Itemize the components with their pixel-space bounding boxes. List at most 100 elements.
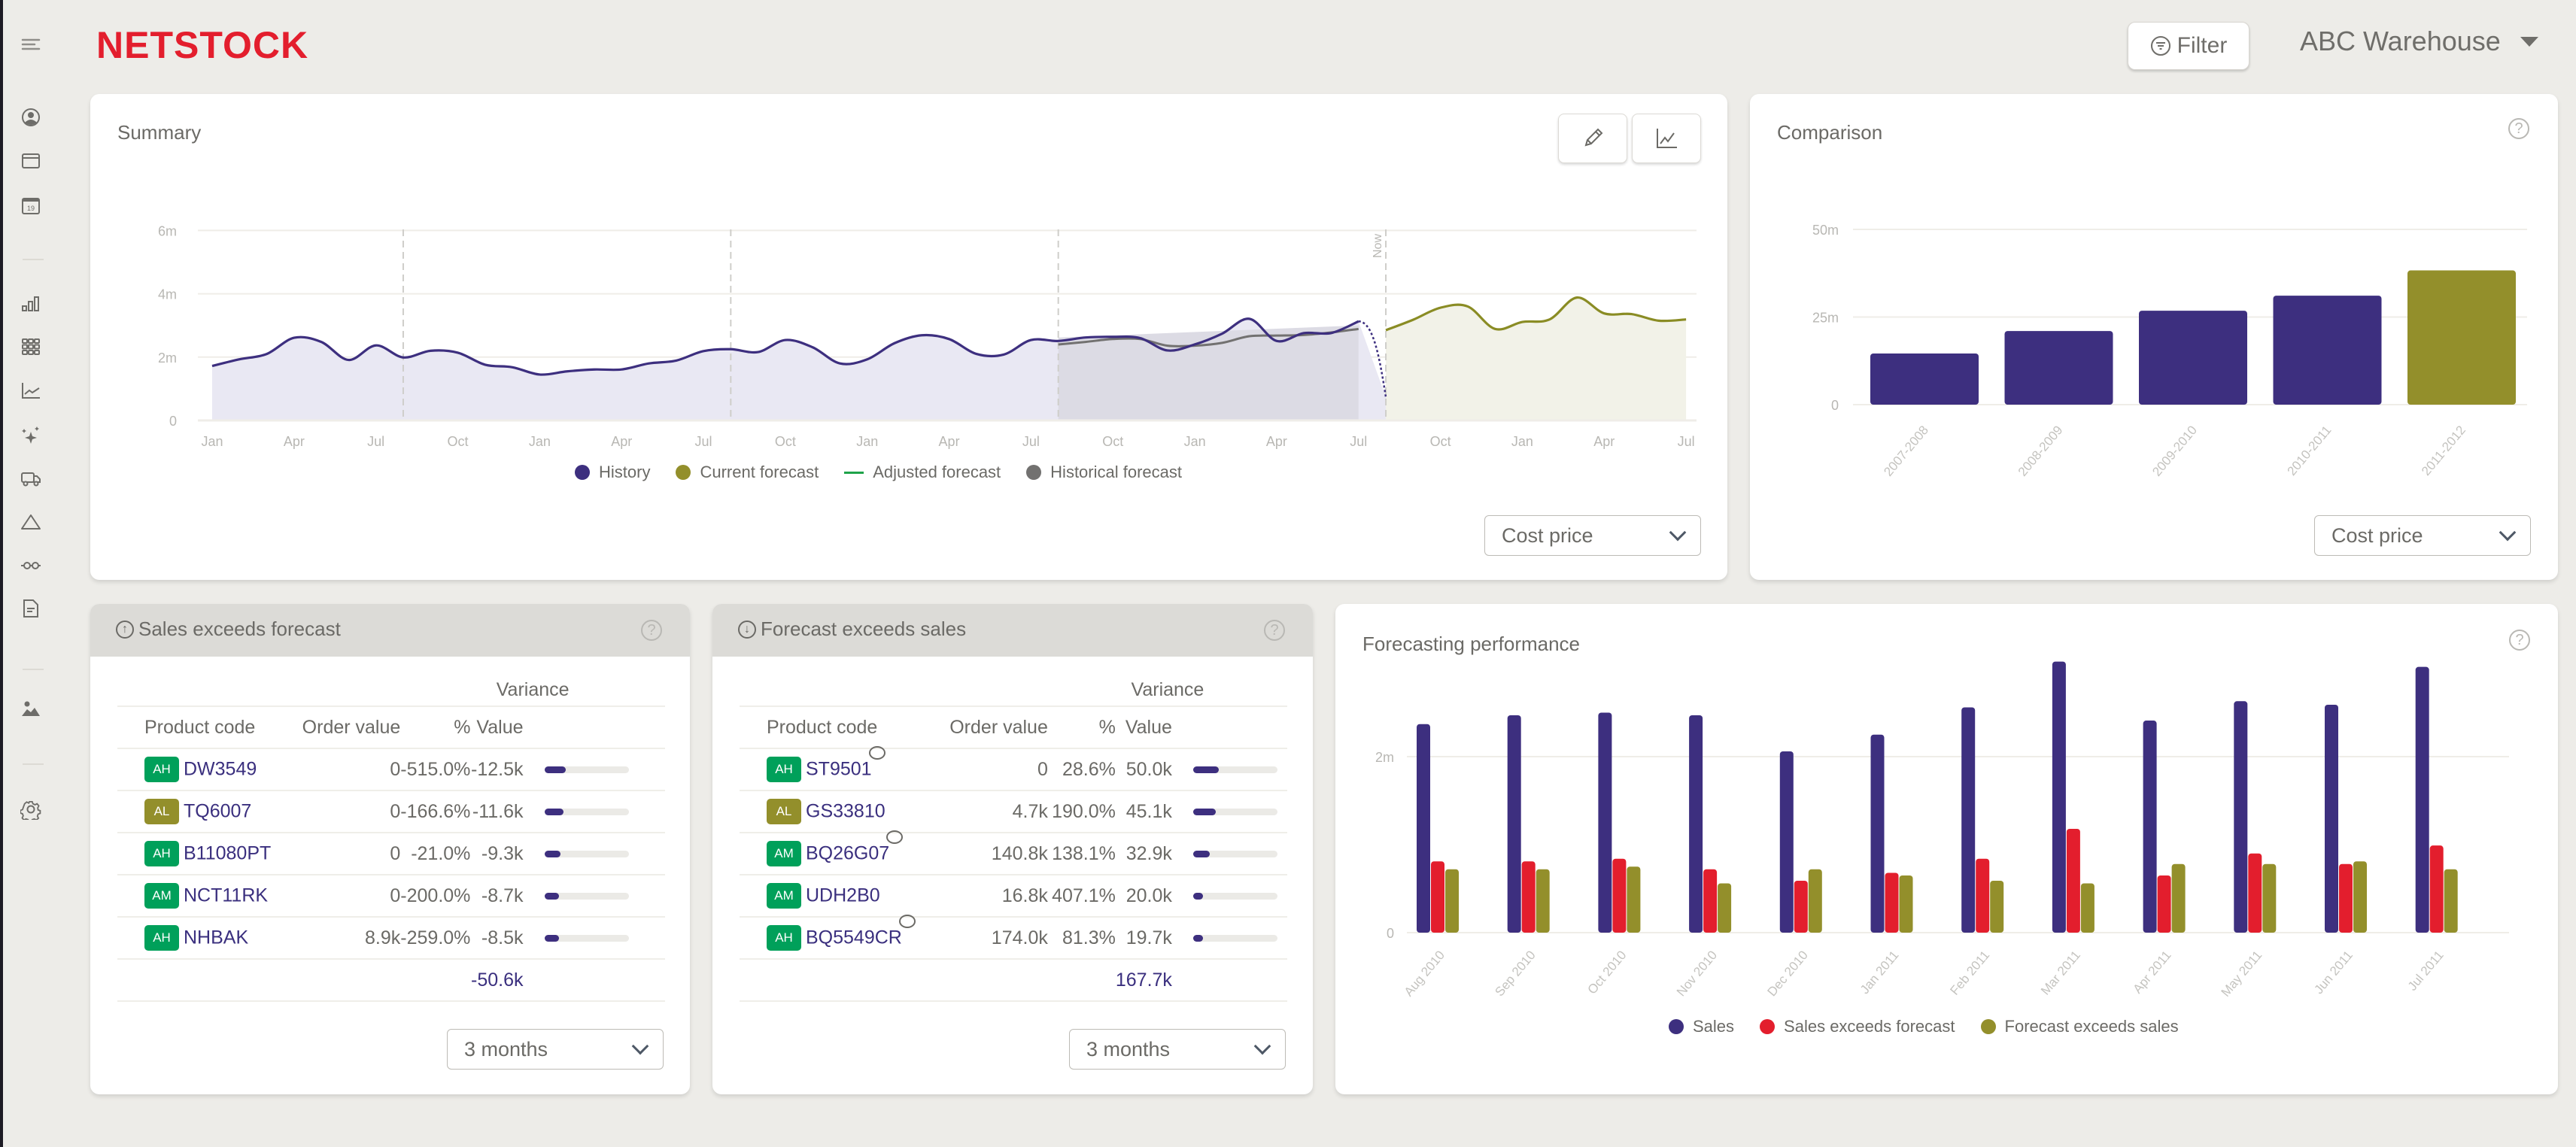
performance-bar[interactable] xyxy=(2157,875,2171,933)
table-row[interactable]: AH ST9501 0 28.6% 50.0k xyxy=(740,745,1287,791)
sales-exceeds-period-select[interactable]: 3 months xyxy=(447,1029,664,1070)
performance-bar[interactable] xyxy=(2066,828,2080,933)
table-row[interactable]: AL TQ6007 0 -166.6% -11.6k xyxy=(117,790,665,833)
product-code-link[interactable]: BQ26G07 xyxy=(806,843,889,864)
table-row[interactable]: AH BQ5549CR 174.0k 81.3% 19.7k xyxy=(740,914,1287,960)
performance-bar[interactable] xyxy=(1703,869,1718,933)
product-code-link[interactable]: B11080PT xyxy=(184,843,271,864)
performance-bar[interactable] xyxy=(1689,715,1703,933)
comment-icon[interactable] xyxy=(868,745,886,760)
legend-item[interactable]: Forecast exceeds sales xyxy=(1980,1017,2179,1036)
warning-triangle-icon[interactable] xyxy=(20,511,42,533)
product-code-link[interactable]: DW3549 xyxy=(184,759,257,780)
performance-bar[interactable] xyxy=(2444,869,2458,933)
help-icon[interactable]: ? xyxy=(1264,620,1285,641)
image-icon[interactable] xyxy=(20,697,42,720)
legend-item[interactable]: Historical forecast xyxy=(1026,463,1182,482)
legend-item[interactable]: Sales xyxy=(1669,1017,1734,1036)
column-header[interactable]: Order value xyxy=(271,706,401,749)
performance-bar[interactable] xyxy=(1612,858,1627,933)
product-code-link[interactable]: ST9501 xyxy=(806,759,872,780)
table-row[interactable]: AH B11080PT 0 -21.0% -9.3k xyxy=(117,833,665,875)
grid-icon[interactable] xyxy=(20,335,42,358)
comparison-bar[interactable] xyxy=(1870,353,1979,405)
performance-bar[interactable] xyxy=(1507,715,1521,933)
calendar-icon[interactable]: 19 xyxy=(20,194,42,217)
column-header[interactable]: Order value xyxy=(918,706,1048,749)
performance-bar[interactable] xyxy=(2325,704,2338,933)
column-header[interactable]: Product code xyxy=(740,706,919,749)
line-chart-icon[interactable] xyxy=(20,379,42,402)
comparison-bar[interactable] xyxy=(2139,311,2247,405)
performance-bar[interactable] xyxy=(2234,701,2248,933)
sparkle-icon[interactable] xyxy=(20,423,42,446)
performance-bar[interactable] xyxy=(2339,863,2353,933)
glasses-icon[interactable] xyxy=(20,554,42,576)
warehouse-selector[interactable]: ABC Warehouse xyxy=(2300,26,2538,57)
performance-bar[interactable] xyxy=(1961,707,1976,933)
legend-item[interactable]: History xyxy=(575,463,650,482)
user-icon[interactable] xyxy=(20,106,42,129)
product-code-link[interactable]: UDH2B0 xyxy=(806,885,880,906)
performance-bar[interactable] xyxy=(1779,751,1794,933)
performance-bar[interactable] xyxy=(1445,869,1459,933)
filter-button[interactable]: Filter xyxy=(2128,22,2249,70)
summary-measure-select[interactable]: Cost price xyxy=(1484,515,1701,556)
column-header[interactable]: Value xyxy=(1115,706,1172,749)
performance-bar[interactable] xyxy=(2353,861,2367,933)
truck-icon[interactable] xyxy=(20,467,42,490)
legend-item[interactable]: Adjusted forecast xyxy=(844,463,1001,482)
column-header[interactable]: % xyxy=(1047,706,1116,749)
performance-bar[interactable] xyxy=(1870,734,1885,933)
comparison-measure-select[interactable]: Cost price xyxy=(2314,515,2531,556)
netstock-logo[interactable]: NETSTOCK xyxy=(96,26,308,64)
comparison-bar[interactable] xyxy=(2004,331,2113,405)
table-row[interactable]: AL GS33810 4.7k 190.0% 45.1k xyxy=(740,790,1287,833)
window-icon[interactable] xyxy=(20,150,42,172)
bar-chart-icon[interactable] xyxy=(20,293,42,315)
performance-bar[interactable] xyxy=(2415,666,2429,933)
product-code-link[interactable]: GS33810 xyxy=(806,801,886,822)
table-row[interactable]: AM BQ26G07 140.8k 138.1% 32.9k xyxy=(740,830,1287,875)
menu-icon[interactable] xyxy=(20,33,42,56)
performance-bar[interactable] xyxy=(2080,883,2095,933)
performance-bar[interactable] xyxy=(1718,883,1732,933)
comment-icon[interactable] xyxy=(886,830,904,844)
comparison-bar[interactable] xyxy=(2273,296,2382,405)
performance-bar[interactable] xyxy=(2429,845,2444,933)
performance-bar[interactable] xyxy=(1598,712,1612,933)
performance-bar[interactable] xyxy=(1431,861,1444,933)
legend-item[interactable]: Sales exceeds forecast xyxy=(1760,1017,1955,1036)
performance-bar[interactable] xyxy=(1990,880,2004,933)
table-row[interactable]: AH DW3549 0 -515.0% -12.5k xyxy=(117,748,665,791)
product-code-link[interactable]: NHBAK xyxy=(184,927,248,948)
performance-bar[interactable] xyxy=(1899,875,1913,933)
column-header[interactable]: Value xyxy=(470,706,524,749)
column-header[interactable]: Product code xyxy=(117,706,272,749)
performance-bar[interactable] xyxy=(1521,861,1536,933)
performance-bar[interactable] xyxy=(2262,863,2277,933)
forecast-exceeds-period-select[interactable]: 3 months xyxy=(1069,1029,1286,1070)
table-row[interactable]: AH NHBAK 8.9k -259.0% -8.5k xyxy=(117,917,665,960)
table-row[interactable]: AM NCT11RK 0 -200.0% -8.7k xyxy=(117,875,665,918)
performance-bar[interactable] xyxy=(2171,863,2186,933)
comparison-bar[interactable] xyxy=(2407,270,2516,405)
document-icon[interactable] xyxy=(20,597,42,620)
performance-bar[interactable] xyxy=(1885,872,1899,933)
product-code-link[interactable]: TQ6007 xyxy=(184,801,251,822)
performance-bar[interactable] xyxy=(1536,869,1550,933)
performance-bar[interactable] xyxy=(2248,853,2262,933)
product-code-link[interactable]: BQ5549CR xyxy=(806,927,902,948)
column-header[interactable]: % xyxy=(400,706,471,749)
performance-bar[interactable] xyxy=(1976,858,1990,933)
performance-bar[interactable] xyxy=(1808,869,1822,933)
table-row[interactable]: AM UDH2B0 16.8k 407.1% 20.0k xyxy=(740,875,1287,918)
product-code-link[interactable]: NCT11RK xyxy=(184,885,268,906)
performance-bar[interactable] xyxy=(1417,724,1430,933)
performance-bar[interactable] xyxy=(1794,880,1808,933)
legend-item[interactable]: Current forecast xyxy=(676,463,819,482)
gear-icon[interactable] xyxy=(20,798,42,821)
performance-bar[interactable] xyxy=(2143,721,2157,933)
performance-bar[interactable] xyxy=(2052,661,2066,933)
comment-icon[interactable] xyxy=(898,914,916,928)
